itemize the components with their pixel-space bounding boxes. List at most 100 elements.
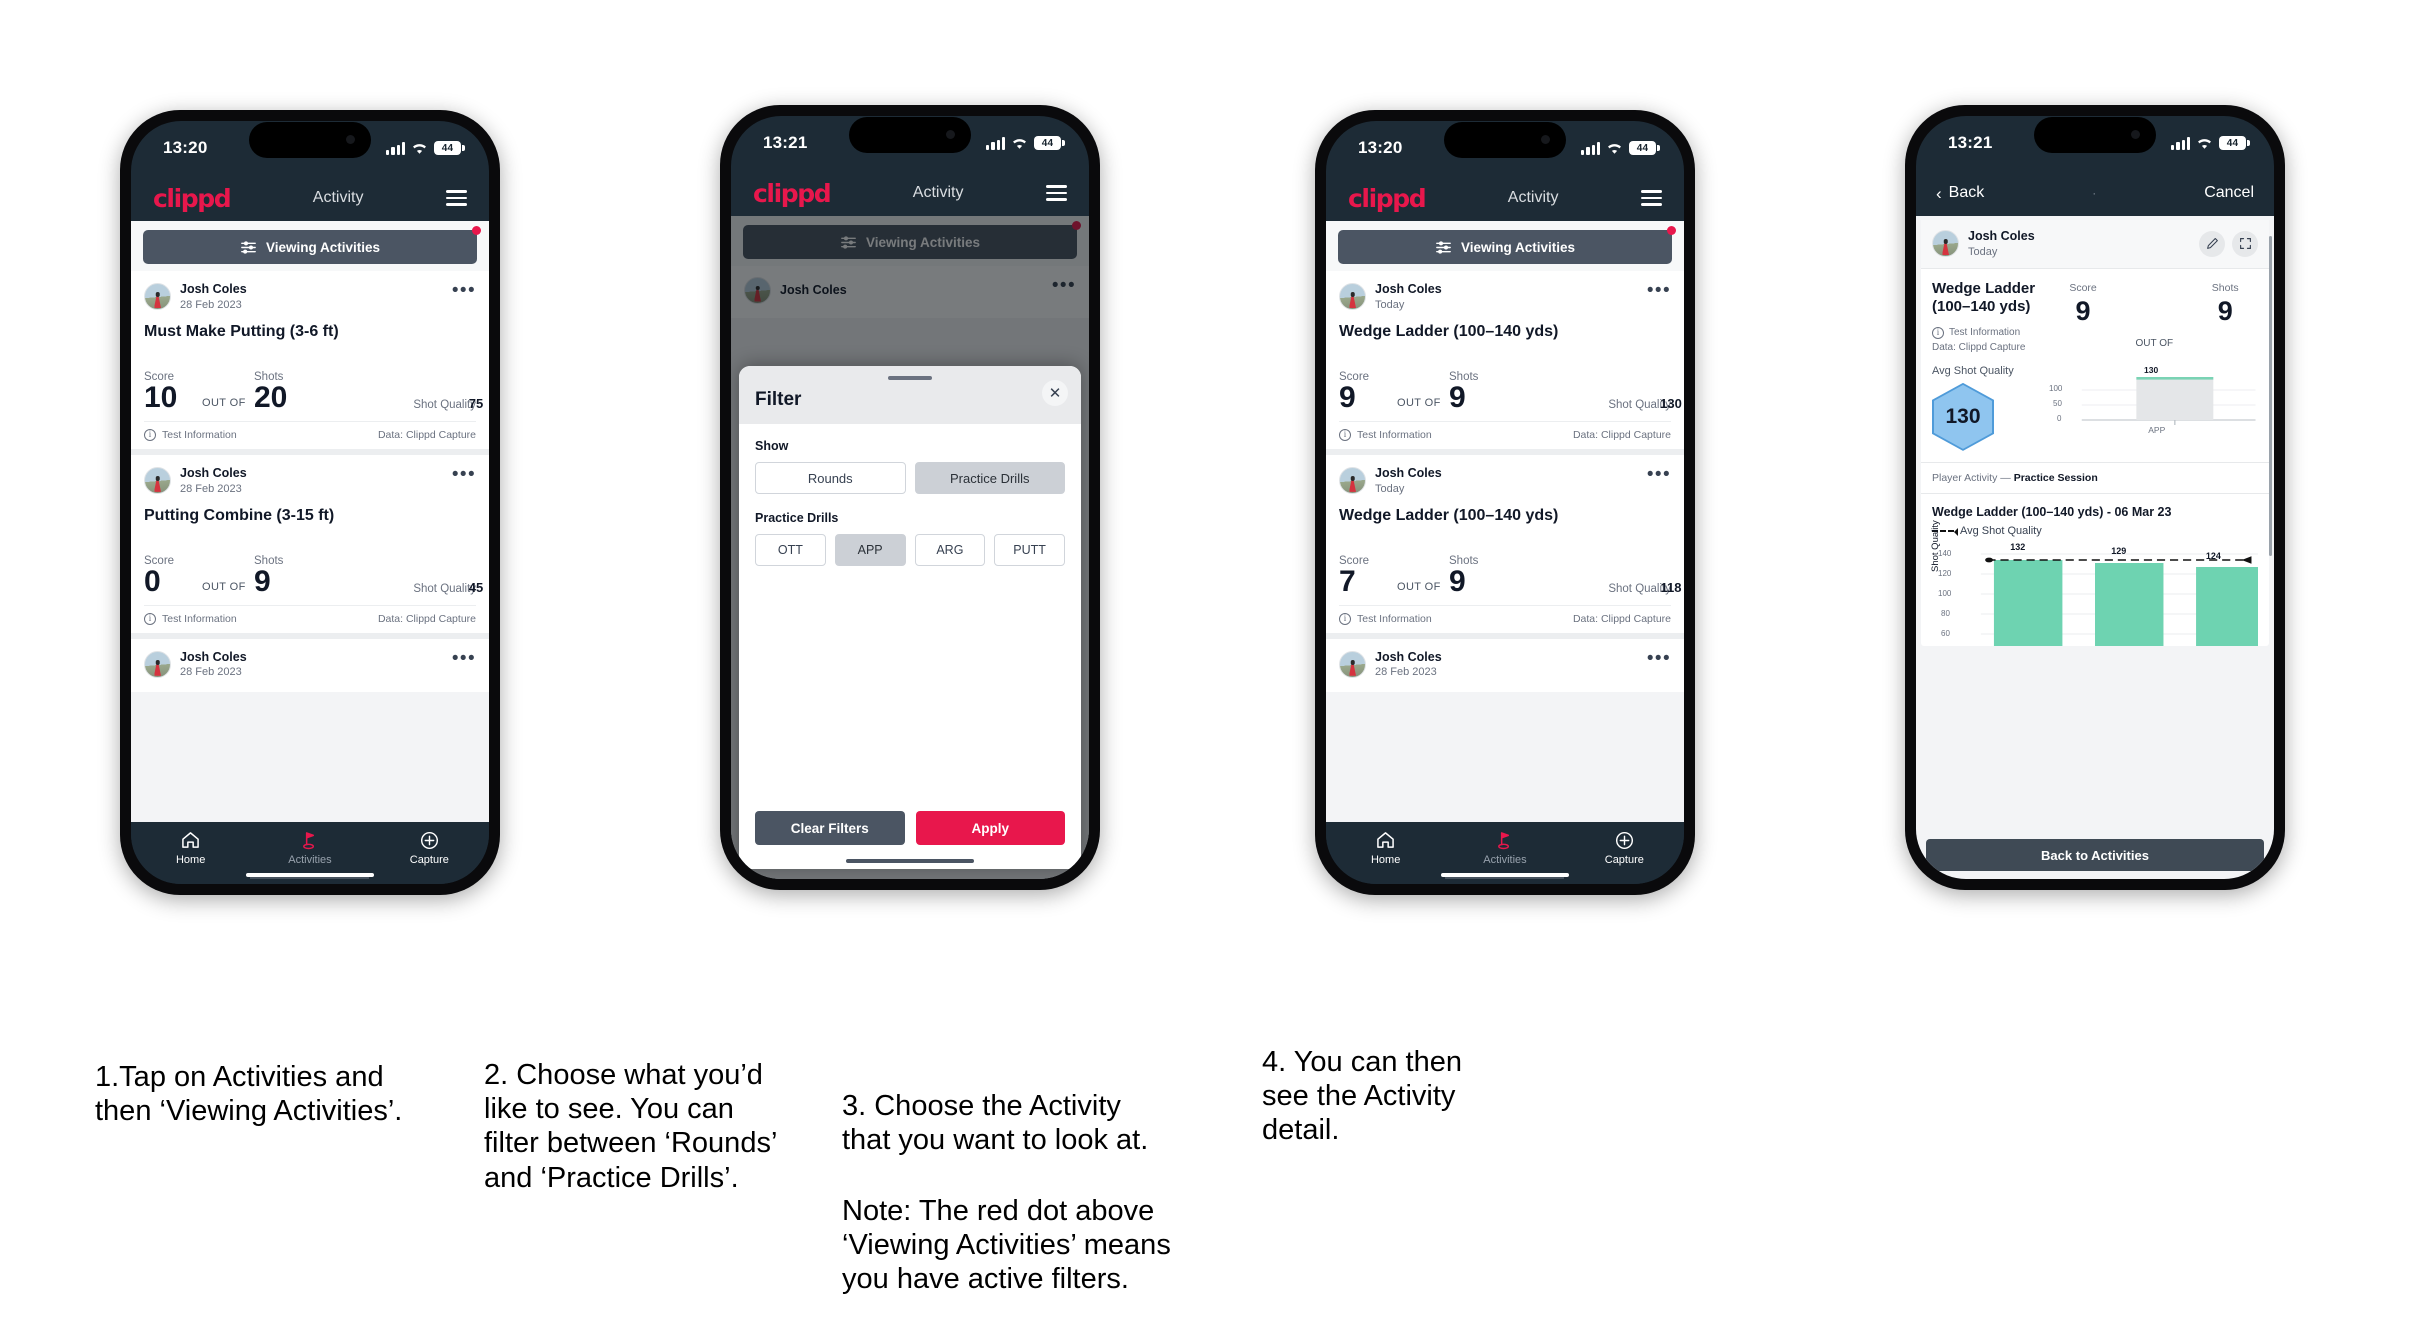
back-to-activities-button[interactable]: Back to Activities: [1926, 839, 2264, 871]
show-section-label: Show: [755, 439, 789, 453]
shot-quality-label: Shot Quality: [413, 398, 476, 411]
card-date: Today: [1375, 482, 1405, 495]
app-body-2: Viewing Activities Josh Coles •••: [731, 216, 1089, 879]
card-date: 28 Feb 2023: [180, 666, 242, 679]
sliders-icon: [1436, 240, 1451, 254]
filter-chip-putt[interactable]: PUTT: [994, 534, 1065, 566]
mini-chart-data-label: 130: [2144, 364, 2159, 375]
card-overflow-menu-icon[interactable]: •••: [452, 281, 476, 301]
sidebar-item-capture[interactable]: Capture: [1565, 829, 1684, 866]
status-bar: 13:21 44: [1916, 116, 2274, 170]
page-title: Activity: [1507, 189, 1559, 206]
hamburger-icon[interactable]: [1045, 185, 1067, 201]
clear-filters-label: Clear Filters: [790, 820, 869, 836]
filter-chip-rounds[interactable]: Rounds: [755, 462, 906, 494]
card-title: Must Make Putting (3-6 ft): [144, 322, 339, 340]
chart-bar-label-2: 129: [2111, 545, 2127, 556]
shot-quality-label: Shot Quality: [413, 582, 476, 595]
cancel-button[interactable]: Cancel: [2204, 184, 2254, 202]
chart-ytick-100: 100: [1938, 588, 1952, 598]
data-source-label: Data: Clippd Capture: [377, 428, 476, 441]
home-indicator: [1441, 872, 1569, 877]
chart-title: Wedge Ladder (100–140 yds) - 06 Mar 23: [1932, 504, 2172, 519]
test-information-label: Test Information: [162, 612, 237, 625]
wifi-icon: [1606, 142, 1623, 155]
mini-chart-xtick-app: APP: [2148, 424, 2166, 435]
battery-icon: 44: [1034, 136, 1065, 150]
status-bar: 13:21 44: [731, 116, 1089, 170]
chart-ytick-80: 80: [1941, 608, 1950, 618]
card-overflow-menu-icon[interactable]: •••: [1647, 281, 1671, 301]
data-source-label: Data: Clippd Capture: [1932, 342, 2026, 354]
out-of-label: OUT OF: [1397, 580, 1441, 593]
status-bar: 13:20 44: [1326, 121, 1684, 175]
filter-chip-practice-drills[interactable]: Practice Drills: [914, 462, 1065, 494]
mini-chart-ytick-100: 100: [2049, 383, 2063, 393]
session-type: Practice Session: [2013, 471, 2098, 484]
viewing-activities-button[interactable]: Viewing Activities: [1338, 230, 1672, 264]
step-3-group: 13:20 44 clippd Activity Viewing Activit…: [1315, 110, 1895, 895]
clear-filters-button[interactable]: Clear Filters: [755, 811, 905, 845]
back-button[interactable]: ‹ Back: [1936, 184, 1984, 202]
table-row[interactable]: Josh Coles Today ••• Wedge Ladder (100–1…: [1326, 271, 1684, 449]
app-body-3: Viewing Activities Josh Coles Today ••• …: [1326, 221, 1684, 822]
status-time: 13:21: [763, 133, 808, 152]
viewing-activities-button[interactable]: Viewing Activities: [143, 230, 477, 264]
sidebar-item-home[interactable]: Home: [1326, 829, 1445, 866]
shots-value: 9: [1449, 564, 1466, 598]
tab-label-capture: Capture: [1604, 854, 1644, 866]
filter-modal: Filter ✕ Show Rounds Practice Drills Pra…: [739, 366, 1081, 869]
shots-label: Shots: [2211, 281, 2239, 294]
filter-chip-ott[interactable]: OTT: [755, 534, 826, 566]
card-date: 28 Feb 2023: [180, 482, 242, 495]
table-row[interactable]: Josh Coles Today ••• Wedge Ladder (100–1…: [1326, 454, 1684, 633]
table-row[interactable]: Josh Coles 28 Feb 2023 •••: [131, 638, 489, 692]
apply-button[interactable]: Apply: [915, 811, 1065, 845]
avatar: [1339, 283, 1366, 311]
session-prefix: Player Activity —: [1932, 471, 2014, 484]
out-of-label: OUT OF: [202, 580, 246, 593]
back-to-activities-label: Back to Activities: [2041, 847, 2149, 863]
filter-chip-app[interactable]: APP: [834, 534, 906, 566]
card-overflow-menu-icon[interactable]: •••: [1647, 649, 1671, 669]
score-value: 10: [144, 380, 178, 414]
card-date: 28 Feb 2023: [1375, 666, 1437, 679]
sidebar-item-capture[interactable]: Capture: [370, 829, 489, 866]
card-date: 28 Feb 2023: [180, 298, 242, 311]
info-icon: i: [1339, 428, 1351, 441]
card-date: Today: [1375, 298, 1405, 311]
tab-label-home: Home: [175, 854, 206, 866]
golf-flag-icon: [250, 829, 369, 851]
sidebar-item-activities[interactable]: Activities: [1445, 829, 1564, 866]
table-row[interactable]: Josh Coles 28 Feb 2023 ••• Putting Combi…: [131, 454, 489, 633]
avatar: [144, 283, 171, 311]
chart-ytick-140: 140: [1938, 548, 1952, 558]
chip-label: PUTT: [1013, 543, 1046, 557]
table-row[interactable]: Josh Coles 28 Feb 2023 ••• Must Make Put…: [131, 271, 489, 449]
filter-chip-arg[interactable]: ARG: [914, 534, 986, 566]
caption-step-3-note: Note: The red dot above ‘Viewing Activit…: [842, 1194, 1171, 1296]
home-indicator: [246, 872, 374, 877]
out-of-label: OUT OF: [202, 396, 246, 409]
battery-icon: 44: [1629, 141, 1660, 155]
test-information-label: Test Information: [162, 428, 237, 441]
card-overflow-menu-icon[interactable]: •••: [1647, 465, 1671, 485]
clippd-logo: clippd: [753, 178, 832, 208]
expand-icon[interactable]: [2232, 230, 2258, 257]
hamburger-icon[interactable]: [445, 190, 467, 206]
card-overflow-menu-icon[interactable]: •••: [452, 649, 476, 669]
app-header-2: clippd Activity: [731, 170, 1089, 216]
avatar: [144, 467, 171, 495]
pencil-icon[interactable]: [2199, 230, 2225, 257]
hamburger-icon[interactable]: [1640, 190, 1662, 206]
card-overflow-menu-icon[interactable]: •••: [452, 465, 476, 485]
drag-handle[interactable]: [888, 376, 932, 380]
table-row[interactable]: Josh Coles 28 Feb 2023 •••: [1326, 638, 1684, 692]
phone-mockup-1: 13:20 44 clippd Activity Viewing Activit…: [120, 110, 500, 895]
cellular-signal-icon: [986, 136, 1005, 150]
sidebar-item-home[interactable]: Home: [131, 829, 250, 866]
close-icon[interactable]: ✕: [1042, 380, 1068, 406]
card-user-name: Josh Coles: [1375, 465, 1442, 480]
sidebar-item-activities[interactable]: Activities: [250, 829, 369, 866]
scrollbar[interactable]: [2269, 236, 2272, 556]
